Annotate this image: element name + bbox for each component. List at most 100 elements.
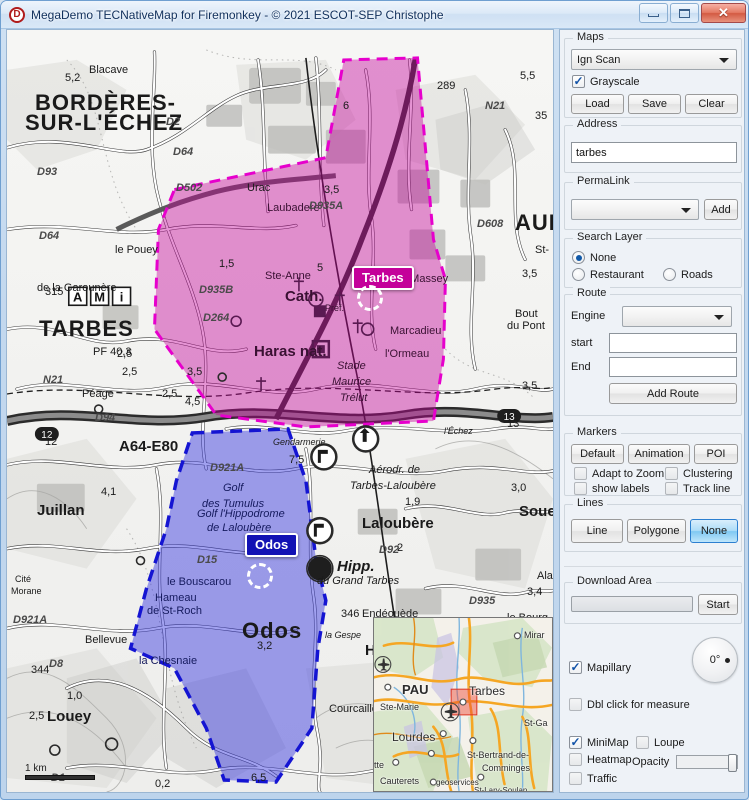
search-layer-group: Search Layer None Restaurant Roads — [564, 231, 742, 288]
chevron-down-icon — [681, 207, 691, 213]
save-button[interactable]: Save — [628, 94, 681, 114]
permalink-group-label: PermaLink — [573, 175, 634, 187]
rotation-value: 0° — [709, 654, 721, 666]
show-labels-label: show labels — [592, 482, 650, 495]
close-icon: ✕ — [718, 5, 729, 20]
map-marker-tarbes[interactable]: Tarbes — [352, 266, 414, 290]
show-labels-checkbox[interactable]: show labels — [574, 482, 649, 495]
radio-search-none[interactable]: None — [572, 251, 616, 264]
rotation-dial[interactable]: 0° — [692, 637, 738, 683]
download-area-group-label: Download Area — [573, 575, 656, 587]
marker-default-button[interactable]: Default — [571, 444, 624, 464]
checkbox-box — [665, 482, 678, 495]
minimap-place-label: Lourdes — [392, 730, 436, 744]
route-engine-select[interactable] — [622, 306, 732, 327]
lines-none-button[interactable]: None — [690, 519, 738, 543]
map-marker-odos[interactable]: Odos — [245, 533, 299, 557]
opacity-slider[interactable] — [676, 754, 738, 772]
checkbox-box: ✓ — [569, 661, 582, 674]
minimap-place-label: St-Ga — [524, 718, 548, 728]
permalink-group: PermaLink Add — [564, 175, 742, 230]
application-window: D MegaDemo TECNativeMap for Firemonkey -… — [0, 0, 749, 800]
address-input[interactable]: tarbes — [571, 142, 737, 163]
minimap-checkbox[interactable]: ✓ MiniMap — [569, 736, 629, 749]
download-start-button[interactable]: Start — [698, 594, 738, 615]
opacity-label: Opacity — [632, 756, 670, 768]
radio-dot — [663, 268, 676, 281]
minimap[interactable]: PAU Tarbes Lourdes St-Bertrand-de- Comminges… — [373, 617, 553, 792]
traffic-checkbox[interactable]: Traffic — [569, 772, 617, 785]
radio-label-roads: Roads — [681, 268, 713, 281]
svg-text:i: i — [120, 289, 124, 304]
clustering-label: Clustering — [683, 467, 733, 480]
chevron-down-icon — [714, 314, 724, 320]
clustering-checkbox[interactable]: Clustering — [665, 467, 733, 480]
traffic-label: Traffic — [587, 772, 617, 785]
address-value: tarbes — [576, 146, 607, 159]
mapillary-label: Mapillary — [587, 661, 632, 674]
opacity-slider-thumb[interactable] — [728, 754, 737, 772]
route-start-input[interactable] — [609, 333, 737, 353]
close-button[interactable]: ✕ — [701, 3, 746, 23]
radio-search-roads[interactable]: Roads — [663, 268, 713, 281]
search-layer-group-label: Search Layer — [573, 231, 647, 243]
radio-search-restaurant[interactable]: Restaurant — [572, 268, 644, 281]
lines-group: Lines Line Polygone None — [564, 497, 742, 552]
map-marker-ring-odos — [247, 563, 273, 589]
svg-text:12: 12 — [41, 430, 53, 441]
minimap-place-label: St-Lary-Soulan — [474, 786, 528, 792]
address-group: Address tarbes — [564, 118, 742, 173]
maximize-icon — [679, 8, 690, 18]
markers-group-label: Markers — [573, 426, 621, 438]
permalink-select[interactable] — [571, 199, 699, 220]
polygone-button[interactable]: Polygone — [627, 519, 686, 543]
line-button[interactable]: Line — [571, 519, 623, 543]
minimap-place-label: St-Bertrand-de- — [467, 750, 530, 760]
loupe-label: Loupe — [654, 736, 685, 749]
minimize-icon — [648, 14, 659, 17]
clear-button[interactable]: Clear — [685, 94, 738, 114]
map-marker-ring-tarbes — [357, 285, 383, 311]
map-provider-value: Ign Scan — [577, 53, 621, 66]
checkbox-box — [636, 736, 649, 749]
check-icon: ✓ — [570, 660, 581, 674]
minimap-place-label: Tarbes — [469, 684, 506, 698]
heatmap-checkbox[interactable]: Heatmap — [569, 753, 632, 766]
maximize-button[interactable] — [670, 3, 699, 23]
maps-group: Maps Ign Scan ✓ Grayscale Load Save Clea… — [564, 31, 742, 118]
radio-label-none: None — [590, 251, 617, 264]
marker-poi-button[interactable]: POI — [694, 444, 738, 464]
loupe-checkbox[interactable]: Loupe — [636, 736, 685, 749]
map-scale-label: 1 km — [25, 763, 47, 774]
grayscale-label: Grayscale — [590, 75, 640, 88]
add-route-button[interactable]: Add Route — [609, 383, 737, 404]
minimap-place-label: Cauterets — [380, 776, 420, 786]
checkbox-box: ✓ — [569, 736, 582, 749]
route-end-input[interactable] — [609, 357, 737, 377]
load-button[interactable]: Load — [571, 94, 624, 114]
rotation-handle-icon — [725, 658, 730, 663]
checkbox-box — [569, 772, 582, 785]
map-provider-select[interactable]: Ign Scan — [571, 49, 737, 70]
track-line-checkbox[interactable]: Track line — [665, 482, 730, 495]
dbl-click-measure-checkbox[interactable]: Dbl click for measure — [569, 698, 690, 711]
minimap-place-label: tte — [374, 760, 385, 770]
minimize-button[interactable] — [639, 3, 668, 23]
permalink-add-button[interactable]: Add — [704, 199, 738, 220]
adapt-to-zoom-checkbox[interactable]: Adapt to Zoom — [574, 467, 664, 480]
minimap-place-label: PAU — [402, 682, 429, 697]
map-scale-bar: 1 km — [25, 763, 95, 780]
svg-text:M: M — [94, 289, 105, 304]
download-progress-bar — [571, 596, 693, 612]
engine-label: Engine — [571, 310, 606, 322]
map-view[interactable]: A M i 12 13 BORDÈRES- SUR-L'ÉCHEZ TARBES… — [6, 29, 554, 793]
mapillary-checkbox[interactable]: ✓ Mapillary — [569, 661, 631, 674]
marker-animation-button[interactable]: Animation — [628, 444, 690, 464]
checkbox-box — [574, 467, 587, 480]
adapt-to-zoom-label: Adapt to Zoom — [592, 467, 665, 480]
heatmap-label: Heatmap — [587, 753, 632, 766]
minimap-place-label: Comminges — [482, 763, 531, 773]
grayscale-checkbox[interactable]: ✓ Grayscale — [572, 75, 640, 88]
window-title: MegaDemo TECNativeMap for Firemonkey - ©… — [31, 7, 444, 22]
client-area: A M i 12 13 BORDÈRES- SUR-L'ÉCHEZ TARBES… — [6, 29, 745, 795]
